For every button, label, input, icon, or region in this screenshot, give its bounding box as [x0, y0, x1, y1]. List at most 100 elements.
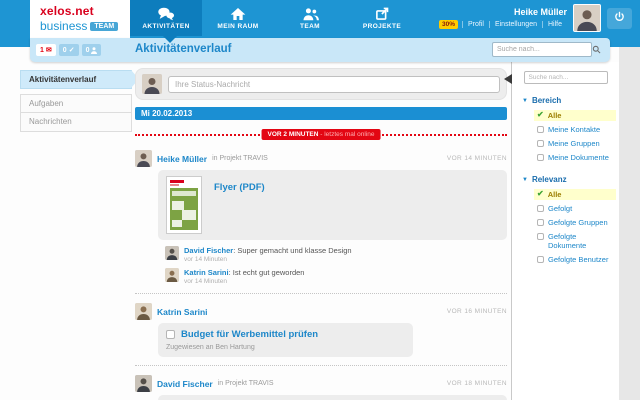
filter-meine-gruppen[interactable]: Meine Gruppen [534, 138, 616, 149]
app-logo[interactable]: xelos.net business TEAM [30, 0, 130, 38]
envelope-icon: ✉ [45, 47, 52, 54]
app-window: xelos.net business TEAM AKTIVITÄTEN MEIN… [0, 0, 640, 400]
filter-alle[interactable]: ✔ Alle [534, 189, 616, 200]
contacts-count: 0 [85, 46, 90, 54]
filter-label: Gefolgte Gruppen [548, 218, 608, 227]
avatar[interactable] [165, 268, 179, 282]
tab-label: AKTIVITÄTEN [142, 22, 190, 30]
task-checkbox[interactable] [166, 330, 175, 339]
filter-search-input[interactable] [523, 71, 608, 84]
user-avatar[interactable] [573, 4, 601, 32]
home-icon [230, 7, 246, 21]
user-name: Heike Müller [513, 7, 567, 17]
comment-author-link[interactable]: David Fischer [184, 246, 233, 255]
filter-label: Meine Gruppen [548, 139, 600, 148]
tab-team[interactable]: TEAM [274, 0, 346, 36]
tab-aktivitaeten[interactable]: AKTIVITÄTEN [130, 0, 202, 36]
comment-author-link[interactable]: Katrin Sarini [184, 268, 229, 277]
power-icon [614, 9, 625, 27]
avatar[interactable] [135, 375, 152, 392]
sidebar-item-aufgaben[interactable]: Aufgaben [20, 94, 132, 113]
tasks-count: 0 [62, 46, 67, 54]
logout-button[interactable] [607, 7, 632, 29]
last-online-time: VOR 2 MINUTEN [267, 131, 319, 138]
comment-text: : Ist echt gut geworden [228, 268, 305, 277]
section-title: Relevanz [531, 175, 567, 184]
attachment-title-link[interactable]: Flyer (PDF) [214, 182, 265, 193]
last-online-badge: VOR 2 MINUTEN - letztes mal online [261, 129, 381, 140]
filter-checkbox [537, 154, 544, 161]
filter-gefolgte-benutzer[interactable]: Gefolgte Benutzer [534, 254, 616, 265]
author-link[interactable]: David Fischer [157, 379, 213, 389]
avatar[interactable] [135, 303, 152, 320]
filter-label: Alle [547, 190, 562, 199]
logo-line2: business [40, 19, 88, 33]
filter-gefolgt[interactable]: Gefolgt [534, 203, 616, 214]
task-title-link[interactable]: Budget für Werbemittel prüfen [181, 329, 318, 340]
check-icon: ✔ [537, 110, 544, 119]
task-assignee: Zugewiesen an Ben Hartung [166, 344, 255, 351]
filter-checkbox [537, 140, 544, 147]
profil-link[interactable]: Profil [462, 21, 489, 28]
author-link[interactable]: Katrin Sarini [157, 307, 208, 317]
status-update-box [135, 68, 507, 100]
collapse-sidebar-handle[interactable] [504, 74, 512, 84]
tasks-badge[interactable]: 0 ✓ [58, 44, 79, 56]
page-title: Aktivitätenverlauf [135, 43, 232, 55]
task-card: Budget für Werbemittel prüfen Zugewiesen… [158, 323, 413, 357]
filter-label: Gefolgt [548, 204, 573, 213]
pdf-thumbnail[interactable] [166, 176, 202, 234]
messages-count: 1 [40, 46, 44, 54]
chat-bubbles-icon [157, 7, 175, 21]
status-message-input[interactable] [168, 75, 500, 93]
chevron-down-icon: ▼ [522, 97, 528, 104]
filter-sidebar: ▼ Bereich ✔ Alle Meine Kontakte Meine Gr… [504, 62, 619, 400]
tab-projekte[interactable]: PROJEKTE [346, 0, 418, 36]
filter-label: Meine Kontakte [548, 125, 601, 134]
section-header[interactable]: ▼ Relevanz [522, 175, 619, 184]
sidebar-item-nachrichten[interactable]: Nachrichten [20, 113, 132, 132]
item-timestamp: VOR 18 MINUTEN [446, 380, 507, 387]
logo-team-badge: TEAM [90, 21, 119, 31]
comment-list: David Fischer: Super gemacht und klasse … [165, 246, 507, 285]
comment-timestamp: vor 14 Minuten [184, 278, 227, 285]
section-header[interactable]: ▼ Bereich [522, 96, 619, 105]
item-timestamp: VOR 16 MINUTEN [446, 308, 507, 315]
filter-gefolgte-gruppen[interactable]: Gefolgte Gruppen [534, 217, 616, 228]
global-search-input[interactable] [493, 46, 592, 53]
sub-header-bar: 1 ✉ 0 ✓ 0 Aktivitätenverlauf [30, 38, 610, 62]
tab-mein-raum[interactable]: MEIN RAUM [202, 0, 274, 36]
tab-label: PROJEKTE [362, 22, 402, 30]
filter-gefolgte-dokumente[interactable]: Gefolgte Dokumente [534, 231, 616, 251]
last-online-text: - letztes mal online [318, 131, 375, 138]
active-tab-notch [163, 36, 177, 43]
avatar[interactable] [165, 246, 179, 260]
profile-completion-badge[interactable]: 30% [438, 20, 458, 29]
author-link[interactable]: Heike Müller [157, 154, 207, 164]
filter-section-relevanz: ▼ Relevanz ✔ Alle Gefolgt Gefolgte Grupp… [522, 175, 619, 265]
notification-badges: 1 ✉ 0 ✓ 0 [36, 44, 102, 56]
hilfe-link[interactable]: Hilfe [541, 21, 567, 28]
filter-alle[interactable]: ✔ Alle [534, 110, 616, 121]
messages-badge[interactable]: 1 ✉ [36, 44, 56, 56]
filter-meine-dokumente[interactable]: Meine Dokumente [534, 152, 616, 163]
section-title: Bereich [531, 96, 562, 105]
filter-checkbox [537, 233, 544, 240]
last-online-separator: VOR 2 MINUTEN - letztes mal online [135, 129, 507, 141]
comment: David Fischer: Super gemacht und klasse … [165, 246, 507, 263]
search-icon [592, 41, 601, 59]
avatar [142, 74, 162, 94]
sidebar-item-aktivitaetenverlauf[interactable]: Aktivitätenverlauf [20, 70, 139, 89]
filter-label: Gefolgte Benutzer [548, 255, 609, 264]
filter-checkbox [537, 126, 544, 133]
filter-meine-kontakte[interactable]: Meine Kontakte [534, 124, 616, 135]
feed-item: Heike Müller in Projekt TRAVIS VOR 14 MI… [135, 150, 507, 294]
logo-line1: xelos.net [40, 4, 94, 18]
einstellungen-link[interactable]: Einstellungen [488, 21, 542, 28]
contacts-badge[interactable]: 0 [81, 44, 102, 56]
avatar[interactable] [135, 150, 152, 167]
filter-section-bereich: ▼ Bereich ✔ Alle Meine Kontakte Meine Gr… [522, 96, 619, 163]
people-icon [302, 7, 319, 21]
filter-checkbox [537, 219, 544, 226]
chevron-down-icon: ▼ [522, 176, 528, 183]
